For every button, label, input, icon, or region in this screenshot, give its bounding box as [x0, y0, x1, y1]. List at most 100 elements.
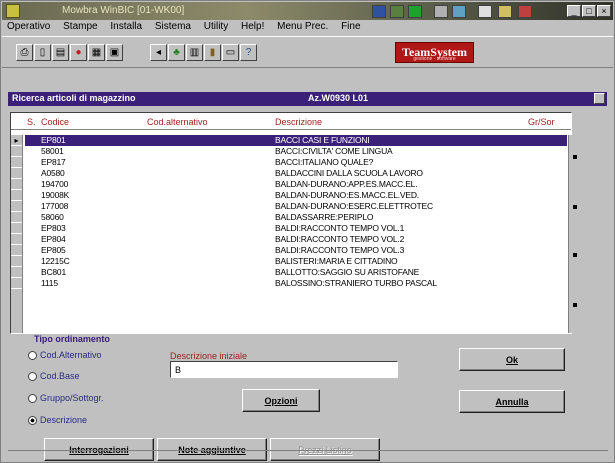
cell-description[interactable]: BACCI:CIVILTA' COME LINGUA	[275, 146, 393, 157]
radio-checked-icon[interactable]	[28, 416, 37, 426]
minimize-icon[interactable]: _	[567, 5, 581, 17]
chart-icon[interactable]	[452, 5, 466, 18]
row-selector[interactable]	[11, 234, 22, 245]
scroll-marker	[573, 253, 577, 257]
cell-description[interactable]: BACCI CASI E FUNZIONI	[275, 135, 370, 146]
menu-utility[interactable]: Utility	[199, 20, 233, 33]
row-selector[interactable]	[11, 223, 22, 234]
vertical-scrollbar[interactable]	[568, 135, 582, 333]
annulla-label: Annulla	[495, 397, 529, 407]
printer-icon[interactable]	[518, 5, 532, 18]
app-icon[interactable]	[6, 4, 20, 18]
row-selector[interactable]	[11, 278, 22, 289]
opzioni-button[interactable]: Opzioni	[242, 389, 320, 412]
cell-code[interactable]: A0580	[41, 168, 65, 179]
folder-icon[interactable]	[498, 5, 512, 18]
cell-description[interactable]: BALDI:RACCONTO TEMPO VOL.2	[275, 234, 404, 245]
row-selector[interactable]	[11, 201, 22, 212]
radio-cod-base[interactable]: Cod.Base	[28, 371, 80, 382]
menu-operativo[interactable]: Operativo	[2, 20, 55, 33]
radio-icon[interactable]	[28, 394, 37, 404]
column-header-descrizione[interactable]: Descrizione	[275, 117, 322, 127]
stop-icon[interactable]: ●	[70, 44, 87, 61]
disk-icon[interactable]: ▣	[106, 44, 123, 61]
cell-code[interactable]: 1115	[41, 278, 58, 289]
tool-icon[interactable]	[390, 5, 404, 18]
cell-description[interactable]: BALLOTTO:SAGGIO SU ARISTOFANE	[275, 267, 419, 278]
cell-description[interactable]: BALDAN-DURANO:APP.ES.MACC.EL.	[275, 179, 418, 190]
cell-code[interactable]: 19008K	[41, 190, 69, 201]
cell-description[interactable]: BALDASSARRE:PERIPLO	[275, 212, 373, 223]
radio-label: Cod.Alternativo	[40, 350, 102, 360]
close-icon[interactable]: ×	[597, 5, 611, 17]
row-selector[interactable]	[11, 168, 22, 179]
row-selector[interactable]	[11, 267, 22, 278]
cell-description[interactable]: BALDACCINI DALLA SCUOLA LAVORO	[275, 168, 423, 179]
menu-help[interactable]: Help!	[236, 20, 269, 33]
row-selector[interactable]	[11, 212, 22, 223]
row-selector[interactable]	[11, 190, 22, 201]
back-icon[interactable]: ◂	[150, 44, 167, 61]
description-search-input[interactable]: B	[170, 361, 398, 378]
row-selector[interactable]	[11, 179, 22, 190]
radio-cod-alternativo[interactable]: Cod.Alternativo	[28, 350, 102, 361]
articles-grid[interactable]: S. Codice Cod.alternativo Descrizione Gr…	[10, 112, 582, 334]
cell-code[interactable]: EP805	[41, 245, 66, 256]
cell-code[interactable]: 58001	[41, 146, 64, 157]
row-pointer-icon[interactable]: ▸	[11, 135, 22, 146]
cell-description[interactable]: BALDAN-DURANO:ESERC.ELETTROTEC	[275, 201, 433, 212]
panel-close-icon[interactable]	[594, 93, 605, 104]
list-icon[interactable]: ▦	[88, 44, 105, 61]
menu-menu-prec[interactable]: Menu Prec.	[272, 20, 333, 33]
cell-code[interactable]: EP804	[41, 234, 66, 245]
cell-description[interactable]: BALDI:RACCONTO TEMPO VOL.3	[275, 245, 404, 256]
row-selector[interactable]	[11, 245, 22, 256]
cell-code[interactable]: 194700	[41, 179, 68, 190]
annulla-button[interactable]: Annulla	[459, 390, 565, 413]
cell-code[interactable]: 12215C	[41, 256, 70, 267]
row-selector-column: ▸	[11, 135, 23, 333]
menu-installa[interactable]: Installa	[105, 20, 147, 33]
cell-code[interactable]: EP801	[41, 135, 66, 146]
cell-description[interactable]: BALOSSINO:STRANIERO TURBO PASCAL	[275, 278, 437, 289]
calendar-icon[interactable]: ▥	[186, 44, 203, 61]
column-header-cod-alternativo[interactable]: Cod.alternativo	[147, 117, 208, 127]
radio-gruppo-sottogr[interactable]: Gruppo/Sottogr.	[28, 393, 104, 404]
column-header-codice[interactable]: Codice	[41, 117, 69, 127]
help-icon[interactable]: ?	[240, 44, 257, 61]
window-icon[interactable]	[434, 5, 448, 18]
menu-fine[interactable]: Fine	[336, 20, 365, 33]
cell-description[interactable]: BALDI:RACCONTO TEMPO VOL.1	[275, 223, 404, 234]
maximize-icon[interactable]: □	[582, 5, 596, 17]
monitor-icon[interactable]: ▭	[222, 44, 239, 61]
cell-code[interactable]: EP817	[41, 157, 66, 168]
cell-code[interactable]: BC801	[41, 267, 66, 278]
ok-button[interactable]: Ok	[459, 348, 565, 371]
row-selector[interactable]	[11, 146, 22, 157]
globe-icon[interactable]	[408, 5, 422, 18]
page-icon[interactable]: ▯	[34, 44, 51, 61]
cell-description[interactable]: BALISTERI:MARIA E CITTADINO	[275, 256, 398, 267]
print-icon[interactable]: ⎙	[16, 44, 33, 61]
row-selector[interactable]	[11, 256, 22, 267]
column-header-gr-sor[interactable]: Gr/Sor	[528, 117, 555, 127]
column-header-s[interactable]: S.	[27, 117, 36, 127]
radio-icon[interactable]	[28, 351, 37, 361]
document-icon[interactable]	[478, 5, 492, 18]
tree-icon[interactable]: ♣	[168, 44, 185, 61]
radio-icon[interactable]	[28, 372, 37, 382]
cell-code[interactable]: EP803	[41, 223, 66, 234]
cell-code[interactable]: 177008	[41, 201, 68, 212]
header-divider	[11, 129, 571, 130]
menu-stampe[interactable]: Stampe	[58, 20, 102, 33]
cell-code[interactable]: 58060	[41, 212, 64, 223]
network-icon[interactable]	[372, 5, 386, 18]
menu-sistema[interactable]: Sistema	[150, 20, 196, 33]
radio-descrizione[interactable]: Descrizione	[28, 415, 87, 426]
row-selector[interactable]	[11, 157, 22, 168]
cell-description[interactable]: BALDAN-DURANO:ES.MACC.EL.VED.	[275, 190, 419, 201]
books-icon[interactable]: ▮	[204, 44, 221, 61]
preview-icon[interactable]: ▤	[52, 44, 69, 61]
toolbar: ⎙ ▯ ▤ ● ▦ ▣ ◂ ♣ ▥ ▮ ▭ ? TeamSystem gesti…	[2, 36, 613, 68]
cell-description[interactable]: BACCI:ITALIANO QUALE?	[275, 157, 373, 168]
